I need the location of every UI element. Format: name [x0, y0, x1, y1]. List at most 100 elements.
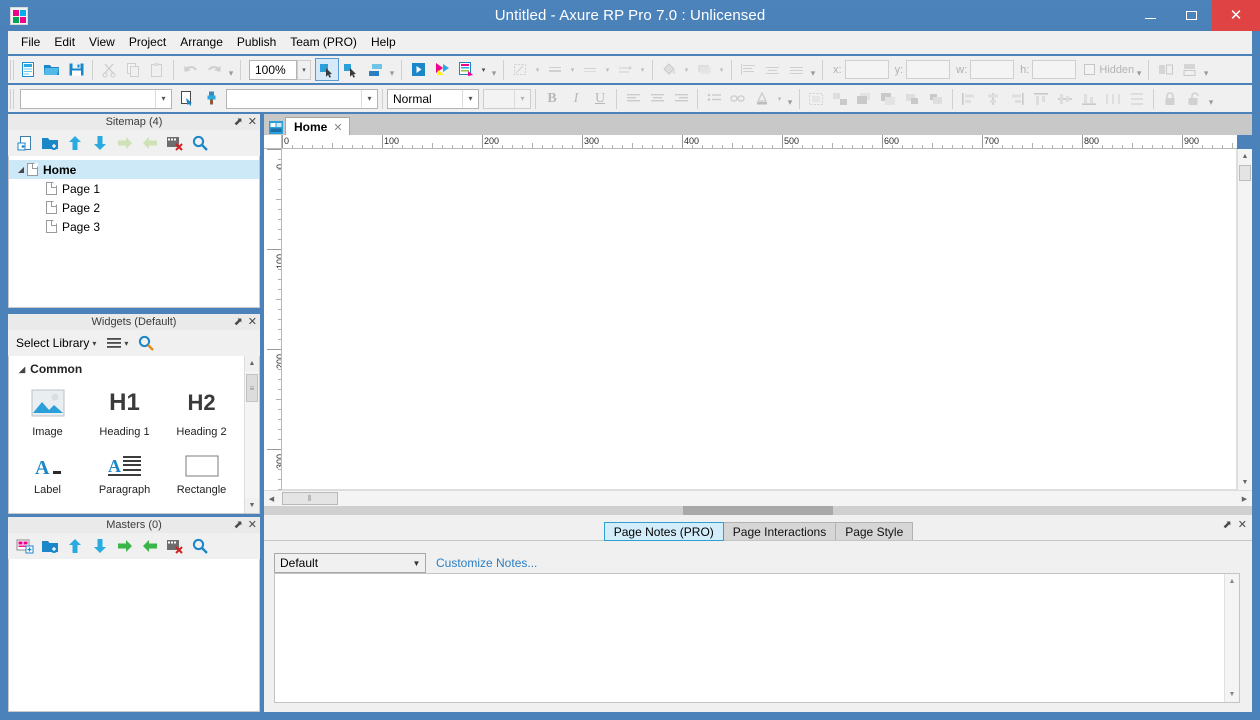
h-field[interactable] [1032, 60, 1077, 79]
toolbar-overflow-2[interactable]: ▾ [387, 60, 397, 80]
bring-forward-button[interactable] [900, 87, 924, 110]
arrow-style-dropdown-arrow-icon[interactable]: ▾ [637, 58, 648, 81]
search-button[interactable] [189, 535, 211, 557]
add-folder-button[interactable] [39, 132, 61, 154]
text-pad-bottom-button[interactable] [784, 58, 808, 81]
font-size-combobox[interactable]: ▾ [226, 88, 378, 109]
text-size-combobox[interactable]: ▾ [483, 88, 531, 109]
toolbar-overflow-4[interactable]: ▾ [808, 60, 818, 80]
widget-heading-1[interactable]: H1 Heading 1 [86, 380, 163, 448]
shadow-dropdown-arrow-icon[interactable]: ▾ [716, 58, 727, 81]
y-field[interactable] [906, 60, 951, 79]
scrollbar-thumb[interactable]: ⦀ [282, 492, 338, 505]
library-menu-button[interactable]: ▾ [106, 337, 128, 349]
widgets-scrollbar[interactable]: ▲ ≡ ▼ [244, 356, 259, 513]
scroll-down-arrow-icon[interactable]: ▼ [1225, 687, 1239, 702]
minimize-button[interactable] [1130, 0, 1171, 31]
underline-button[interactable]: U [588, 87, 612, 110]
masters-maximize-icon[interactable]: ⬈ [234, 517, 243, 533]
search-button[interactable] [189, 132, 211, 154]
scroll-down-arrow-icon[interactable]: ▼ [245, 498, 259, 513]
tab-page-interactions[interactable]: Page Interactions [722, 522, 837, 541]
bold-button[interactable]: B [540, 87, 564, 110]
slice-tool-button[interactable] [363, 58, 387, 81]
close-icon[interactable]: ✕ [333, 121, 342, 134]
move-up-button[interactable] [64, 535, 86, 557]
menu-arrange[interactable]: Arrange [173, 32, 230, 52]
menu-file[interactable]: File [14, 32, 47, 52]
widget-heading-2[interactable]: H2 Heading 2 [163, 380, 240, 448]
flip-horizontal-button[interactable] [1153, 58, 1177, 81]
connector-tool-button[interactable] [339, 58, 363, 81]
indent-button[interactable] [114, 535, 136, 557]
hidden-checkbox[interactable]: Hidden [1084, 64, 1134, 76]
fill-dropdown-arrow-icon[interactable]: ▾ [532, 58, 543, 81]
sitemap-item-page-1[interactable]: Page 1 [9, 179, 259, 198]
open-file-button[interactable] [40, 58, 64, 81]
distribute-vertical-button[interactable] [1125, 87, 1149, 110]
flip-vertical-button[interactable] [1177, 58, 1201, 81]
bullet-list-button[interactable] [702, 87, 726, 110]
line-width-dropdown-arrow-icon[interactable]: ▾ [567, 58, 578, 81]
splitter-grip[interactable] [683, 506, 833, 517]
format-overflow-1[interactable]: ▾ [785, 89, 795, 109]
sitemap-item-home[interactable]: ◢ Home [9, 160, 259, 179]
widget-paragraph[interactable]: A Paragraph [86, 448, 163, 496]
preview-button[interactable] [406, 58, 430, 81]
font-color-dropdown-arrow-icon[interactable]: ▾ [774, 87, 785, 110]
expander-icon[interactable]: ◢ [15, 165, 27, 174]
align-objects-middle-button[interactable] [1053, 87, 1077, 110]
menu-view[interactable]: View [82, 32, 122, 52]
paste-button[interactable] [145, 58, 169, 81]
w-field[interactable] [970, 60, 1015, 79]
font-family-combobox[interactable]: ▾ [20, 88, 172, 109]
italic-button[interactable]: I [564, 87, 588, 110]
scrollbar-thumb[interactable] [1239, 165, 1251, 181]
toolbar-overflow-5[interactable]: ▾ [1134, 60, 1144, 80]
new-file-button[interactable] [16, 58, 40, 81]
scrollbar-thumb[interactable]: ≡ [246, 374, 258, 402]
scroll-up-arrow-icon[interactable]: ▲ [245, 356, 259, 371]
line-style-button[interactable] [578, 58, 602, 81]
hyperlink-button[interactable] [726, 87, 750, 110]
ungroup-button[interactable] [828, 87, 852, 110]
maximize-button[interactable] [1171, 0, 1212, 31]
align-right-button[interactable] [669, 87, 693, 110]
text-style-combobox[interactable]: Normal ▾ [387, 88, 479, 109]
move-up-button[interactable] [64, 132, 86, 154]
notes-scrollbar[interactable]: ▲ ▼ [1224, 574, 1239, 702]
menu-team[interactable]: Team (PRO) [283, 32, 364, 52]
lock-button[interactable] [1158, 87, 1182, 110]
canvas-vertical-scrollbar[interactable]: ▲ ▼ [1237, 149, 1252, 490]
add-master-button[interactable] [14, 535, 36, 557]
tab-page-notes[interactable]: Page Notes (PRO) [603, 522, 724, 541]
widget-rectangle[interactable]: Rectangle [163, 448, 240, 496]
send-back-button[interactable] [876, 87, 900, 110]
scroll-up-arrow-icon[interactable]: ▲ [1238, 149, 1252, 164]
outdent-button[interactable] [139, 535, 161, 557]
unlock-button[interactable] [1182, 87, 1206, 110]
align-objects-bottom-button[interactable] [1077, 87, 1101, 110]
design-canvas[interactable] [282, 149, 1237, 490]
masters-list[interactable] [8, 559, 260, 712]
shadow-button[interactable] [692, 58, 716, 81]
toolbar-overflow-1[interactable]: ▾ [226, 60, 236, 80]
editor-tab-home[interactable]: Home ✕ [285, 117, 350, 136]
align-objects-left-button[interactable] [957, 87, 981, 110]
widgets-close-icon[interactable]: ✕ [248, 314, 257, 330]
widget-label-item[interactable]: A Label [9, 448, 86, 496]
widget-image[interactable]: Image [9, 380, 86, 448]
send-backward-button[interactable] [924, 87, 948, 110]
widgets-maximize-icon[interactable]: ⬈ [234, 314, 243, 330]
scroll-down-arrow-icon[interactable]: ▼ [1238, 475, 1252, 490]
move-down-button[interactable] [89, 535, 111, 557]
delete-master-button[interactable] [164, 535, 186, 557]
text-pad-middle-button[interactable] [760, 58, 784, 81]
menu-publish[interactable]: Publish [230, 32, 283, 52]
scroll-right-arrow-icon[interactable]: ▶ [1237, 491, 1252, 506]
menu-project[interactable]: Project [122, 32, 173, 52]
customize-notes-link[interactable]: Customize Notes... [436, 556, 537, 570]
menu-edit[interactable]: Edit [47, 32, 82, 52]
bring-front-button[interactable] [852, 87, 876, 110]
toolbar-grip[interactable] [10, 59, 15, 80]
